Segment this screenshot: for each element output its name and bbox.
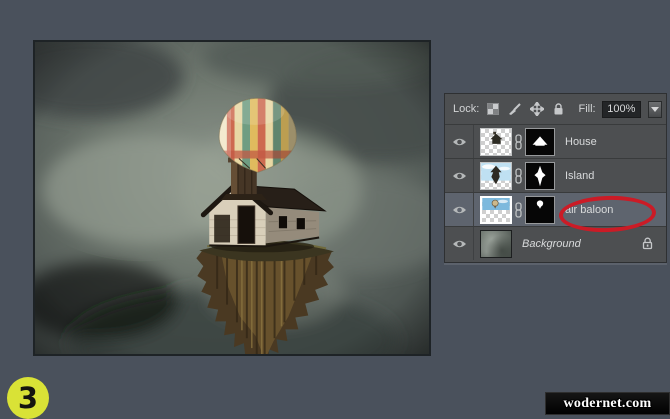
eye-icon bbox=[452, 171, 467, 181]
fill-value-dropdown[interactable]: 100% bbox=[602, 101, 642, 118]
layer-row-background[interactable]: Background bbox=[445, 226, 666, 260]
visibility-toggle[interactable] bbox=[445, 125, 474, 158]
fill-value: 100% bbox=[607, 103, 635, 115]
layer-name[interactable]: air baloon bbox=[565, 204, 613, 216]
lock-all-padlock-icon[interactable] bbox=[551, 102, 567, 117]
layer-name[interactable]: Background bbox=[522, 238, 581, 250]
layers-lock-toolbar: Lock: Fill: 100% bbox=[445, 94, 666, 124]
watermark-text: wodernet.com bbox=[564, 396, 652, 412]
eye-icon bbox=[452, 205, 467, 215]
layer-row-house[interactable]: House bbox=[445, 124, 666, 158]
background-locked-padlock-icon bbox=[642, 237, 653, 250]
step-number: 3 bbox=[18, 381, 38, 415]
layer-name[interactable]: House bbox=[565, 136, 597, 148]
layer-thumbnail-air-baloon[interactable] bbox=[480, 196, 512, 224]
layer-mask-link-icon[interactable] bbox=[513, 133, 523, 151]
layer-row-island[interactable]: Island bbox=[445, 158, 666, 192]
artwork-scene bbox=[35, 42, 429, 354]
layer-thumbnail-house[interactable] bbox=[480, 128, 512, 156]
vignette bbox=[35, 42, 429, 354]
visibility-toggle[interactable] bbox=[445, 193, 474, 226]
document-canvas[interactable] bbox=[33, 40, 431, 356]
layer-mask-thumbnail-island[interactable] bbox=[525, 162, 555, 190]
layer-name[interactable]: Island bbox=[565, 170, 594, 182]
layer-mask-link-icon[interactable] bbox=[513, 201, 523, 219]
lock-position-move-icon[interactable] bbox=[529, 102, 545, 117]
eye-icon bbox=[452, 137, 467, 147]
layer-mask-thumbnail-air-baloon[interactable] bbox=[525, 196, 555, 224]
fill-dropdown-arrow[interactable] bbox=[648, 101, 662, 118]
layer-row-air-baloon[interactable]: air baloon bbox=[445, 192, 666, 226]
visibility-toggle[interactable] bbox=[445, 159, 474, 192]
layer-mask-thumbnail-house[interactable] bbox=[525, 128, 555, 156]
lock-paint-brush-icon[interactable] bbox=[507, 102, 523, 117]
lock-transparency-icon[interactable] bbox=[485, 102, 501, 117]
lock-label: Lock: bbox=[453, 103, 479, 115]
step-badge: 3 bbox=[7, 377, 49, 419]
chevron-down-icon bbox=[651, 107, 659, 112]
layers-panel: Lock: Fill: 100% bbox=[444, 93, 667, 263]
screen: Lock: Fill: 100% bbox=[0, 0, 670, 419]
fill-label: Fill: bbox=[578, 103, 595, 115]
layer-thumbnail-island[interactable] bbox=[480, 162, 512, 190]
eye-icon bbox=[452, 239, 467, 249]
watermark: wodernet.com bbox=[545, 392, 670, 415]
layer-thumbnail-background[interactable] bbox=[480, 230, 512, 258]
layer-mask-link-icon[interactable] bbox=[513, 167, 523, 185]
visibility-toggle[interactable] bbox=[445, 227, 474, 260]
